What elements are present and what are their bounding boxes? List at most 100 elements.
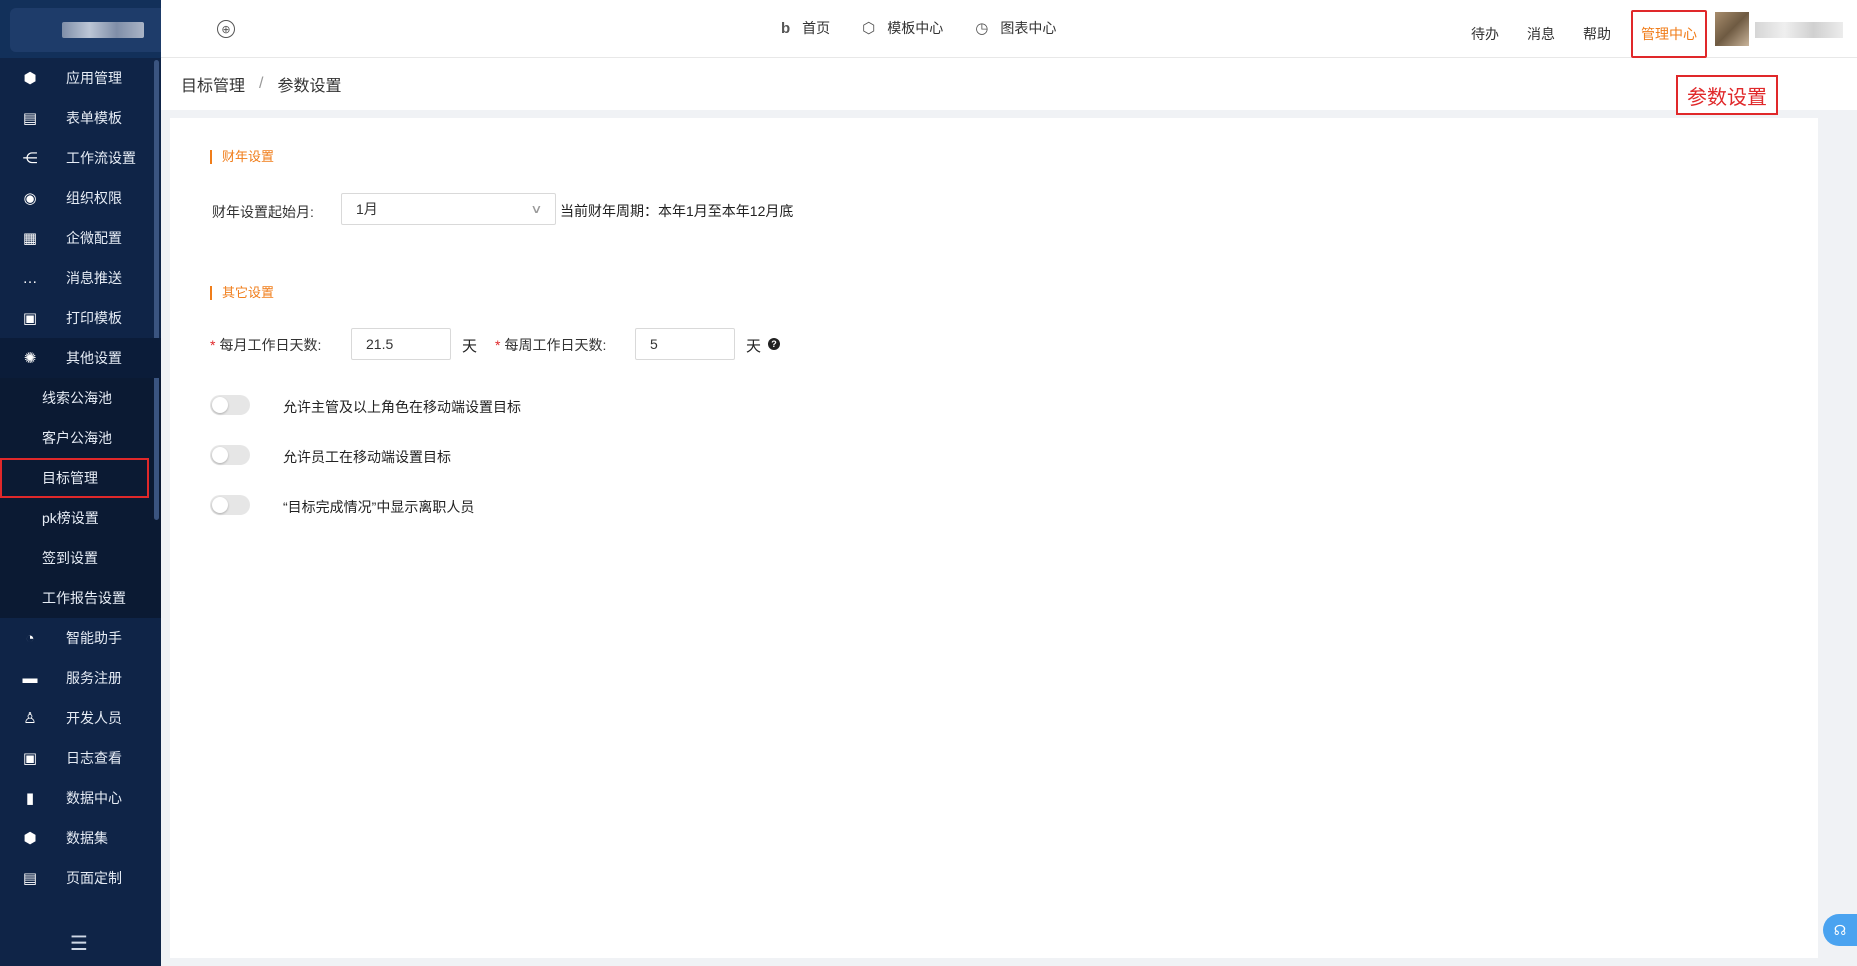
weekly-workdays-label: * 每周工作日天数:	[495, 335, 606, 355]
toggle-knob	[212, 497, 228, 513]
toggle-employee-mobile-label: 允许员工在移动端设置目标	[283, 449, 451, 465]
annotation-label: 参数设置	[1676, 75, 1778, 115]
nav-todo[interactable]: 待办	[1457, 15, 1513, 53]
fiscal-start-month-select[interactable]: 1月 ∨	[341, 193, 556, 225]
page-icon: ▤	[22, 870, 38, 887]
sidebar-item-data-center[interactable]: ▮ 数据中心	[0, 778, 161, 818]
chevron-down-icon: ∨	[530, 202, 543, 216]
sidebar-item-label: 组织权限	[66, 190, 122, 206]
sidebar-subitem-customer-pool[interactable]: 客户公海池	[0, 418, 161, 458]
toggle-show-resigned[interactable]	[210, 495, 250, 515]
sidebar-item-label: 开发人员	[66, 710, 122, 726]
breadcrumb-separator: /	[259, 75, 264, 92]
sidebar-item-service-registration[interactable]: ▬ 服务注册	[0, 658, 161, 698]
nav-admin-center[interactable]: 管理中心	[1631, 10, 1707, 58]
help-question-icon[interactable]: ?	[768, 338, 780, 350]
breadcrumb: 目标管理 / 参数设置	[161, 58, 1857, 110]
top-right-nav: 待办 消息 帮助 管理中心	[1457, 10, 1707, 58]
top-navigation-bar: ⊕ b 首页 ⬡ 模板中心 ◷ 图表中心 待办 消息 帮助 管理中心	[161, 0, 1857, 58]
fiscal-start-month-label: 财年设置起始月:	[212, 204, 314, 220]
other-section-title: 其它设置	[210, 286, 274, 300]
sidebar-item-label: 工作流设置	[66, 150, 136, 166]
nav-chart-label: 图表中心	[1000, 20, 1057, 36]
fiscal-period-text: 当前财年周期：本年1月至本年12月底	[560, 203, 794, 219]
sidebar-item-smart-assistant[interactable]: ◔ 智能助手	[0, 618, 161, 658]
sidebar-item-label: 日志查看	[66, 750, 122, 766]
nav-messages[interactable]: 消息	[1513, 15, 1569, 53]
lock-icon: ▣	[22, 750, 38, 767]
user-circle-icon: ◉	[23, 190, 37, 207]
sidebar-item-label: 智能助手	[66, 630, 122, 646]
cube-icon: ⬢	[23, 70, 37, 87]
sidebar-item-message-push[interactable]: … 消息推送	[0, 258, 161, 298]
home-logo-icon: b	[781, 19, 791, 37]
sidebar-item-label: 服务注册	[66, 670, 122, 686]
monthly-workdays-input[interactable]: 21.5	[351, 328, 451, 360]
printer-icon: ▣	[22, 310, 38, 327]
sidebar-item-wecom-config[interactable]: ▦ 企微配置	[0, 218, 161, 258]
sidebar-item-log-view[interactable]: ▣ 日志查看	[0, 738, 161, 778]
sidebar-subitem-target-management[interactable]: 目标管理	[0, 458, 149, 498]
user-name-blur	[1755, 22, 1843, 38]
user-profile[interactable]	[1715, 12, 1845, 46]
sidebar-item-print-template[interactable]: ▣ 打印模板	[0, 298, 161, 338]
sidebar-item-page-custom[interactable]: ▤ 页面定制	[0, 858, 161, 898]
sidebar-item-other-settings[interactable]: ✺ 其他设置	[0, 338, 161, 378]
dataset-icon: ⬢	[23, 830, 37, 847]
sidebar-subitem-checkin-settings[interactable]: 签到设置	[0, 538, 161, 578]
sidebar-item-workflow[interactable]: ⋲ 工作流设置	[0, 138, 161, 178]
collapse-menu-icon[interactable]: ☰	[70, 931, 88, 956]
sidebar-item-label: 消息推送	[66, 270, 122, 286]
toggle-employee-mobile[interactable]	[210, 445, 250, 465]
sidebar-menu: ⬢ 应用管理 ▤ 表单模板 ⋲ 工作流设置 ◉ 组织权限 ▦ 企微配置 … 消息推送 ▣ 打印…	[0, 58, 161, 898]
sidebar-item-developers[interactable]: ♙ 开发人员	[0, 698, 161, 738]
toggle-manager-mobile[interactable]	[210, 395, 250, 415]
nav-template-center[interactable]: ⬡ 模板中心	[862, 18, 943, 38]
weekly-unit: 天	[746, 338, 762, 355]
support-headset-icon[interactable]: ☊	[1823, 914, 1857, 946]
sidebar-item-label: 打印模板	[66, 310, 122, 326]
sidebar-subitem-pk-settings[interactable]: pk榜设置	[0, 498, 161, 538]
bar-chart-icon: ▮	[25, 790, 35, 807]
nav-help[interactable]: 帮助	[1569, 15, 1625, 53]
weekly-workdays-label-text: 每周工作日天数:	[504, 337, 607, 353]
sidebar-item-org-permissions[interactable]: ◉ 组织权限	[0, 178, 161, 218]
sidebar-subitem-report-settings[interactable]: 工作报告设置	[0, 578, 161, 618]
required-mark: *	[495, 337, 501, 353]
monthly-workdays-label-text: 每月工作日天数:	[219, 337, 322, 353]
breadcrumb-parent[interactable]: 目标管理	[181, 72, 245, 96]
fiscal-section-title: 财年设置	[210, 150, 274, 164]
select-value: 1月	[356, 201, 378, 217]
sidebar: ⬢ 应用管理 ▤ 表单模板 ⋲ 工作流设置 ◉ 组织权限 ▦ 企微配置 … 消息推送 ▣ 打印…	[0, 0, 161, 966]
template-cube-icon: ⬡	[862, 20, 876, 37]
monthly-workdays-label: * 每月工作日天数:	[210, 335, 321, 355]
sidebar-item-dataset[interactable]: ⬢ 数据集	[0, 818, 161, 858]
sidebar-item-label: 其他设置	[66, 350, 122, 366]
sidebar-header	[0, 0, 161, 58]
required-mark: *	[210, 337, 216, 353]
sidebar-item-label: 应用管理	[66, 70, 122, 86]
sidebar-subitem-lead-pool[interactable]: 线索公海池	[0, 378, 161, 418]
chart-clock-icon: ◷	[975, 20, 989, 37]
weekly-workdays-input[interactable]: 5	[635, 328, 735, 360]
workflow-icon: ⋲	[22, 150, 38, 167]
chat-cards-icon: ▦	[22, 230, 38, 247]
nav-home-label: 首页	[802, 20, 831, 36]
logo[interactable]	[10, 8, 161, 52]
settings-panel: 财年设置 财年设置起始月: 1月 ∨ 当前财年周期：本年1月至本年12月底 其它…	[170, 118, 1818, 958]
logo-blur	[62, 22, 144, 38]
sidebar-item-label: 数据中心	[66, 790, 122, 806]
gear-icon: ✺	[23, 350, 37, 367]
nav-chart-center[interactable]: ◷ 图表中心	[975, 18, 1056, 38]
pie-icon: ◔	[25, 629, 35, 647]
nav-home[interactable]: b 首页	[781, 18, 830, 38]
toggle-show-resigned-label: “目标完成情况”中显示离职人员	[283, 499, 475, 515]
toggle-knob	[212, 397, 228, 413]
sidebar-submenu: 线索公海池 客户公海池 目标管理 pk榜设置 签到设置 工作报告设置	[0, 378, 161, 618]
sidebar-item-app-management[interactable]: ⬢ 应用管理	[0, 58, 161, 98]
breadcrumb-current: 参数设置	[277, 78, 342, 95]
globe-icon[interactable]: ⊕	[217, 20, 235, 38]
sidebar-item-form-template[interactable]: ▤ 表单模板	[0, 98, 161, 138]
document-icon: ▬	[22, 669, 38, 687]
sidebar-item-label: 页面定制	[66, 870, 122, 886]
